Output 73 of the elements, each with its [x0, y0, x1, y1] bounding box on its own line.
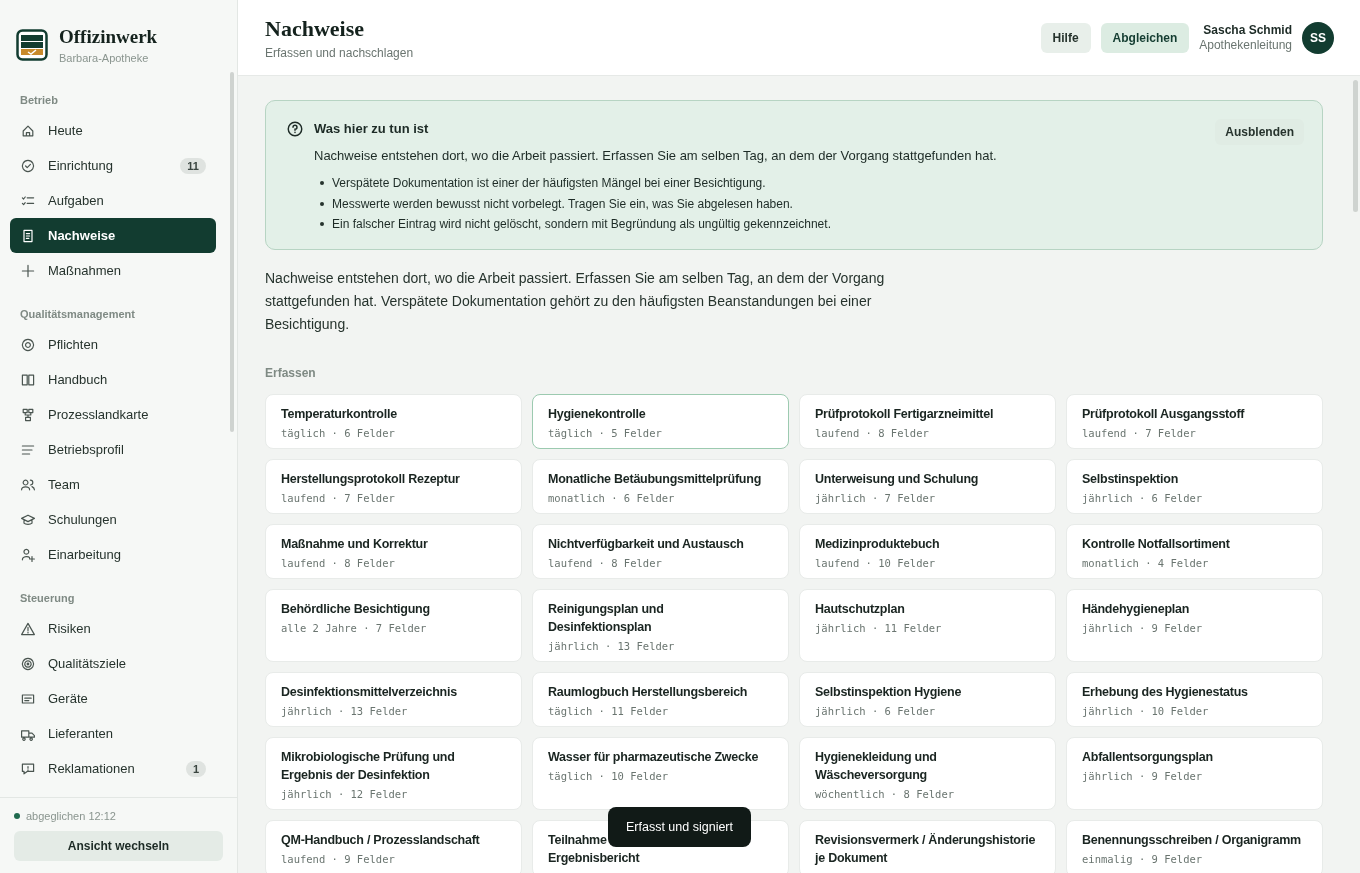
card-title: Revisionsvermerk / Änderungshistorie je Dokument — [815, 831, 1036, 867]
card-title: Hygienekontrolle — [548, 405, 647, 423]
card-meta: jährlich · 12 Felder — [281, 787, 409, 800]
section-heading: Qualitätsmanagement — [19, 307, 136, 322]
info-bullet: Ein falscher Eintrag wird nicht gelöscht, sondern mit Begründung als ungültig gekennzeichnet. — [332, 216, 831, 233]
card-meta: jährlich · 13 Felder — [548, 639, 676, 652]
card-meta: laufend · 7 Felder — [281, 491, 396, 504]
card-meta: jährlich · 10 Felder — [1082, 704, 1210, 717]
card-title: Monatliche Betäubungsmittelprüfung — [548, 470, 763, 488]
pharmacy-name: Barbara-Apotheke — [59, 51, 150, 64]
card-title: Maßnahme und Korrektur — [281, 535, 429, 553]
card-meta: monatlich · 6 Felder — [548, 491, 676, 504]
card-meta: laufend · 8 Felder — [815, 426, 930, 439]
count-badge: 1 — [185, 760, 206, 777]
info-bullet: Verspätete Dokumentation ist einer der häufigsten Mängel bei einer Besichtigung. — [332, 175, 766, 192]
card-title: Erhebung des Hygienestatus — [1082, 683, 1249, 701]
card-meta: alle 2 Jahre · 7 Felder — [281, 621, 428, 634]
card-meta: einmalig · 9 Felder — [1082, 852, 1204, 865]
card-meta: jährlich · 9 Felder — [1082, 621, 1204, 634]
section-heading: Betrieb — [19, 93, 59, 108]
card-title: Reinigungsplan und Desinfektionsplan — [548, 600, 665, 636]
info-text: Nachweise entstehen dort, wo die Arbeit passiert. Erfassen Sie am selben Tag, an dem der Vorgang stattgefunden hat. — [314, 148, 998, 163]
card-meta: monatlich · 4 Felder — [1082, 556, 1210, 569]
section-heading: Erfassen — [265, 365, 317, 380]
section-heading: Steuerung — [19, 591, 76, 606]
card-title: Unterweisung und Schulung — [815, 470, 980, 488]
card-title: Selbstinspektion Hygiene — [815, 683, 963, 701]
card-title: Raumlogbuch Herstellungsbereich — [548, 683, 749, 701]
card-title: Wasser für pharmazeutische Zwecke — [548, 748, 760, 766]
app-name: Offizinwerk — [59, 25, 158, 48]
card-title: Prüfprotokoll Fertigarzneimittel — [815, 405, 995, 423]
card-title: Kontrolle Notfallsortiment — [1082, 535, 1231, 553]
card-meta: laufend · 7 Felder — [1082, 426, 1197, 439]
card-title: Desinfektionsmittelverzeichnis — [281, 683, 458, 701]
card-title: Prüfprotokoll Ausgangsstoff — [1082, 405, 1246, 423]
card-title: QM-Handbuch / Prozesslandschaft — [281, 831, 481, 849]
card-meta: täglich · 5 Felder — [548, 426, 663, 439]
card-title: Händehygieneplan — [1082, 600, 1191, 618]
card-meta: jährlich · 11 Felder — [815, 621, 943, 634]
info-bullet: Messwerte werden bewusst nicht vorbelegt. Tragen Sie ein, was Sie abgelesen haben. — [332, 195, 793, 213]
card-meta: täglich · 6 Felder — [281, 426, 396, 439]
card-meta: laufend · 8 Felder — [548, 556, 663, 569]
card-meta: laufend · 9 Felder — [281, 852, 396, 865]
card-meta: jährlich · 13 Felder — [281, 704, 409, 717]
card-title: Abfallentsorgungsplan — [1082, 748, 1214, 766]
card-title: Herstellungsprotokoll Rezeptur — [281, 470, 461, 488]
card-title: Medizinproduktebuch — [815, 535, 941, 553]
intro-text: Nachweise entstehen dort, wo die Arbeit passiert. Erfassen Sie am selben Tag, an dem der Vorgang stattgefunden hat. Verspätete Dokumentation gehört zu den häufigsten Beanstandungen bei einer Besichtigung. — [265, 268, 886, 334]
card-meta: täglich · 10 Felder — [548, 769, 670, 782]
user-role: Apothekenleitung — [1199, 38, 1292, 52]
count-badge: 11 — [180, 157, 206, 174]
toast: Erfasst und signiert — [608, 807, 751, 847]
card-meta: täglich · 11 Felder — [548, 704, 670, 717]
card-meta: laufend · 10 Felder — [815, 556, 937, 569]
card-title: Hygienekleidung und Wäscheversorgung — [815, 748, 938, 784]
user-name: Sascha Schmid — [1202, 23, 1292, 37]
page-subtitle: Erfassen und nachschlagen — [265, 45, 414, 60]
card-meta: jährlich · 9 Felder — [1082, 769, 1204, 782]
card-meta: jährlich · 7 Felder — [815, 491, 937, 504]
card-meta: laufend · 8 Felder — [281, 556, 396, 569]
card-title: Hautschutzplan — [815, 600, 906, 618]
card-title: Temperaturkontrolle — [281, 405, 398, 423]
card-title: Nichtverfügbarkeit und Austausch — [548, 535, 745, 553]
card-meta: wöchentlich · 8 Felder — [815, 787, 956, 800]
sync-status: abgeglichen 12:12 — [26, 810, 116, 822]
card-title: Mikrobiologische Prüfung und Ergebnis der Desinfektion — [281, 748, 456, 784]
card-meta: jährlich · 6 Felder — [815, 704, 937, 717]
card-meta: jährlich · 6 Felder — [1082, 491, 1204, 504]
card-title: Benennungsschreiben / Organigramm — [1082, 831, 1302, 849]
page-title: Nachweise — [265, 15, 365, 42]
info-title: Was hier zu tun ist — [314, 121, 430, 136]
card-title: Behördliche Besichtigung — [281, 600, 431, 618]
card-title: Selbstinspektion — [1082, 470, 1180, 488]
